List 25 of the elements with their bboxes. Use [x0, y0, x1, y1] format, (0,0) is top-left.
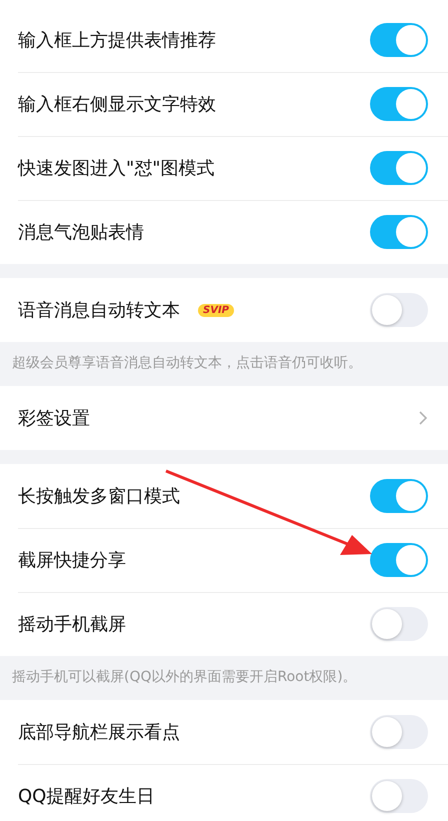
toggle-switch[interactable] — [370, 23, 428, 57]
setting-label: 长按触发多窗口模式 — [18, 485, 180, 508]
setting-label: 摇动手机截屏 — [18, 613, 126, 636]
setting-label: 截屏快捷分享 — [18, 549, 126, 572]
toggle-switch[interactable] — [370, 215, 428, 249]
setting-label: 快速发图进入"怼"图模式 — [18, 157, 215, 180]
toggle-switch[interactable] — [370, 715, 428, 749]
chevron-icon — [418, 410, 428, 426]
setting-label: 输入框上方提供表情推荐 — [18, 29, 216, 52]
setting-label: 彩签设置 — [18, 407, 90, 430]
setting-label: 语音消息自动转文本 — [18, 299, 180, 322]
hint-text: 超级会员尊享语音消息自动转文本，点击语音仍可收听。 — [11, 354, 363, 373]
svip-badge: SVIP — [198, 304, 234, 316]
toggle-switch[interactable] — [370, 779, 428, 813]
toggle-switch[interactable] — [370, 607, 428, 641]
setting-label: 消息气泡贴表情 — [18, 221, 144, 244]
toggle-switch[interactable] — [370, 479, 428, 513]
toggle-switch[interactable] — [370, 293, 428, 327]
toggle-switch[interactable] — [370, 151, 428, 185]
toggle-switch[interactable] — [370, 87, 428, 121]
setting-label: 底部导航栏展示看点 — [18, 721, 180, 744]
hint-text: 摇动手机可以截屏(QQ以外的界面需要开启Root权限)。 — [11, 668, 358, 687]
setting-label: 输入框右侧显示文字特效 — [18, 93, 216, 116]
toggle-switch[interactable] — [370, 543, 428, 577]
setting-label: QQ提醒好友生日 — [18, 785, 154, 808]
